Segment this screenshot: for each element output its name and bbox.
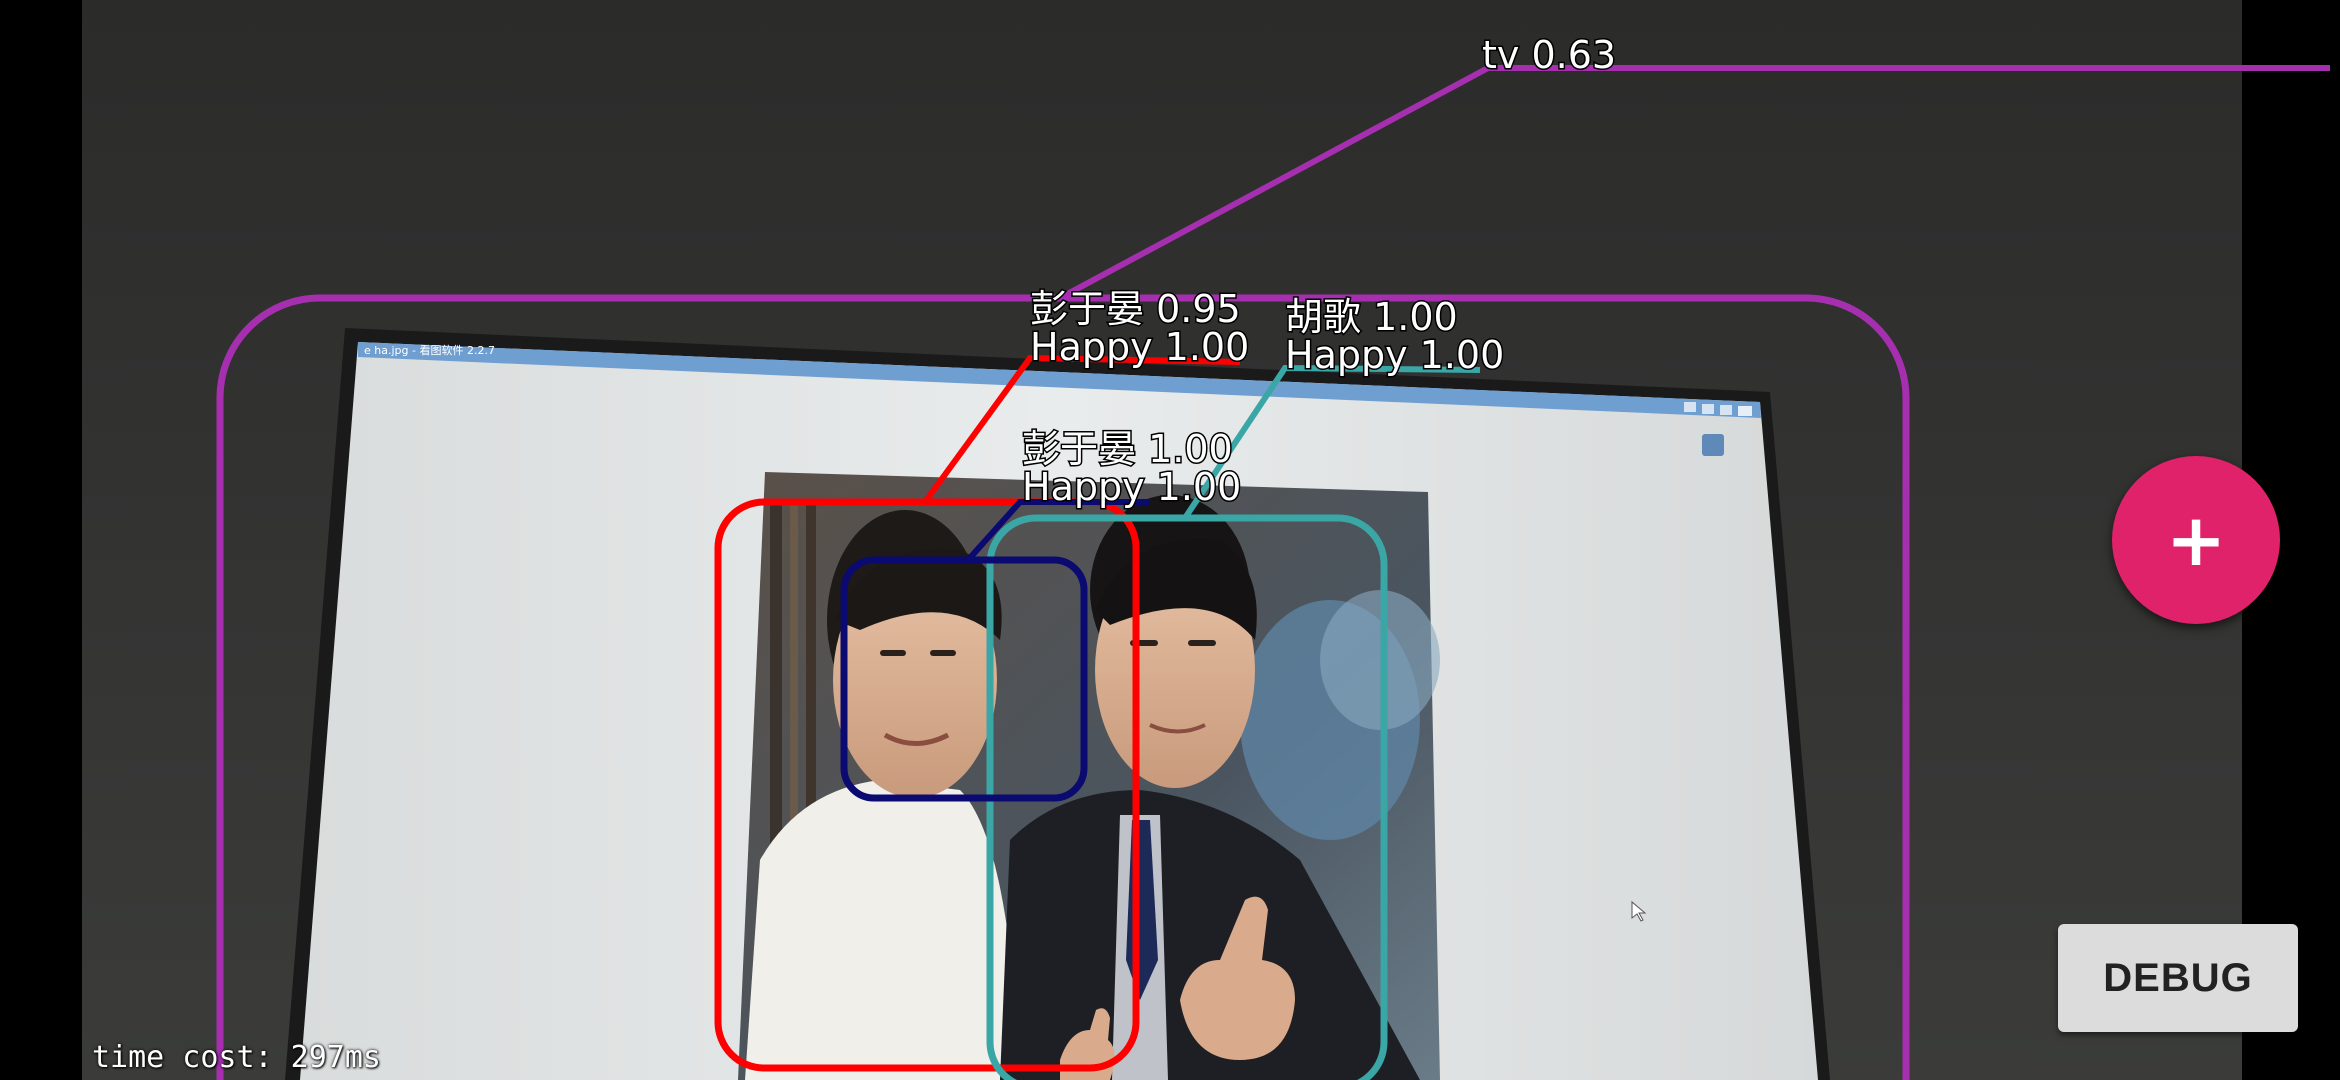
window-close-icon bbox=[1738, 406, 1752, 416]
face-label-emotion-person-2: Happy 1.00 bbox=[1285, 333, 1504, 377]
window-minimize-icon bbox=[1702, 404, 1714, 414]
image-viewer-title: e ha.jpg - 看图软件 2.2.7 bbox=[364, 343, 495, 357]
plus-icon: + bbox=[2165, 498, 2227, 582]
viewer-tool-icon bbox=[1702, 434, 1724, 456]
add-fab-button[interactable]: + bbox=[2112, 456, 2280, 624]
face-label-emotion-person-3: Happy 1.00 bbox=[1022, 465, 1241, 509]
camera-preview: e ha.jpg - 看图软件 2.2.7 tv 0.63 彭于晏 0.95 H… bbox=[0, 0, 2340, 1080]
time-cost-status: time cost: 297ms bbox=[92, 1040, 381, 1075]
tv-detection-label: tv 0.63 bbox=[1482, 33, 1616, 77]
face-label-emotion-person-1: Happy 1.00 bbox=[1030, 325, 1249, 369]
window-control-icon bbox=[1684, 402, 1696, 412]
left-letterbox bbox=[0, 0, 82, 1080]
window-maximize-icon bbox=[1720, 405, 1732, 415]
debug-button[interactable]: DEBUG bbox=[2058, 924, 2298, 1032]
